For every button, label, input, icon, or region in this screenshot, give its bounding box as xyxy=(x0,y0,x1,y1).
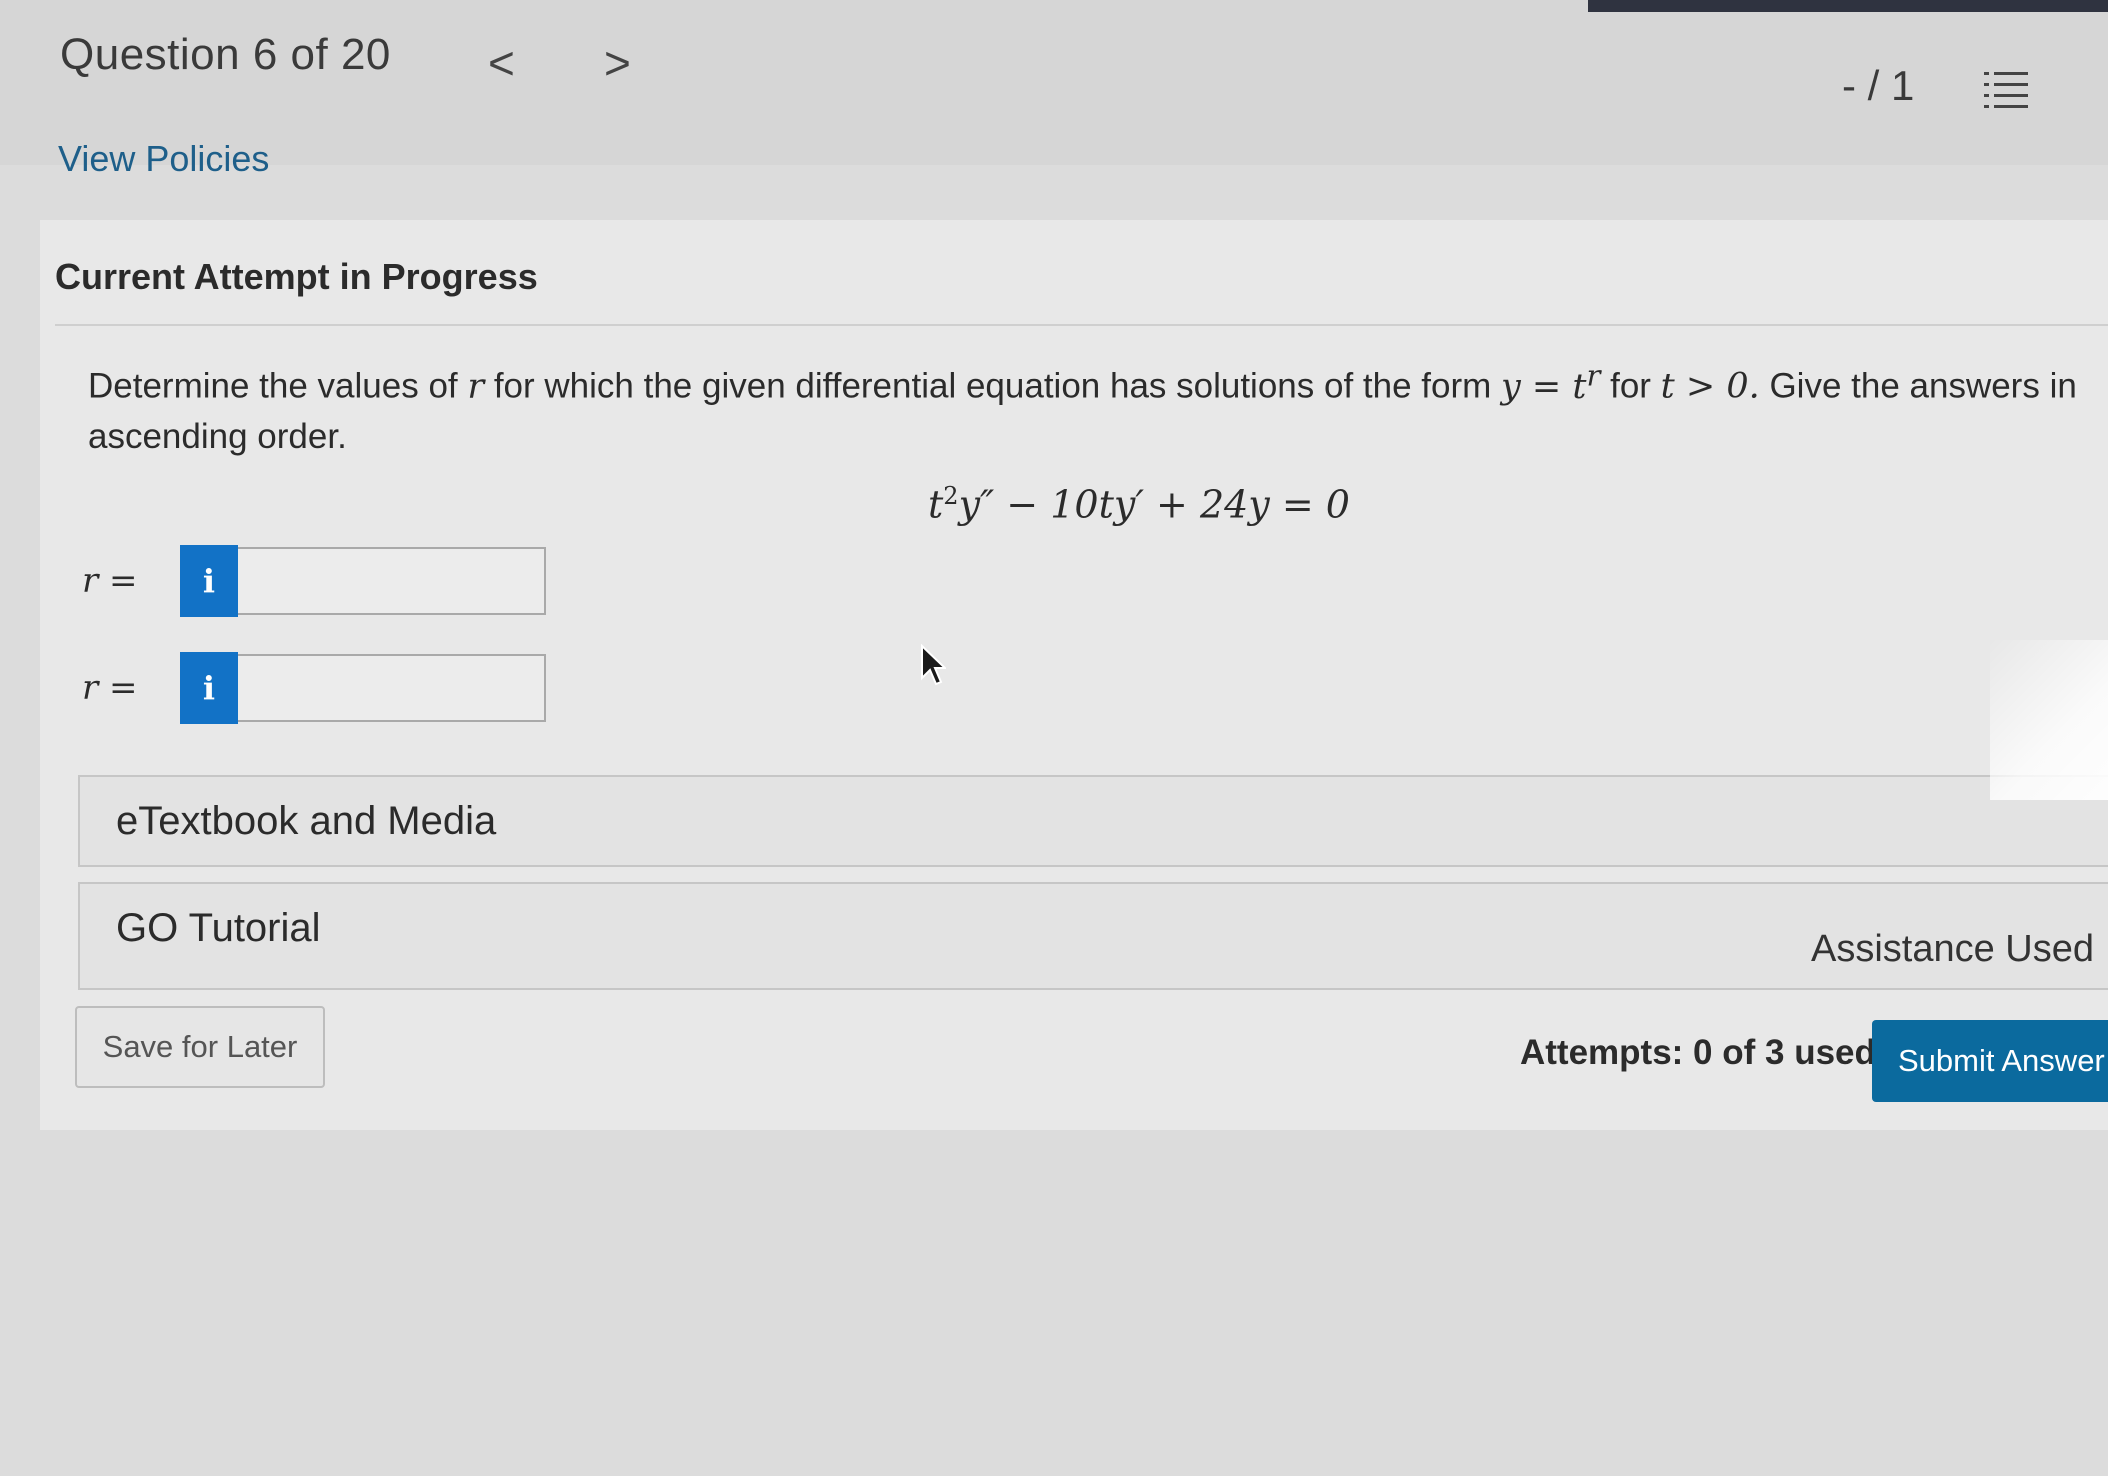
prompt-condition: t > 0. xyxy=(1660,366,1760,407)
list-icon[interactable] xyxy=(1984,70,2028,110)
answer-label-1: r = xyxy=(82,561,138,601)
answer-label-2: r = xyxy=(82,668,138,708)
prompt-form-base: y = t xyxy=(1501,366,1587,407)
answer-row-2: r = i xyxy=(82,652,546,724)
question-prompt: Determine the values of r for which the … xyxy=(88,350,2088,462)
view-policies-link[interactable]: View Policies xyxy=(58,138,269,180)
differential-equation: t2y″ − 10ty′ + 24y = 0 xyxy=(928,482,1350,527)
chevron-left-icon[interactable]: < xyxy=(488,40,515,86)
info-icon[interactable]: i xyxy=(180,545,238,617)
save-for-later-button[interactable]: Save for Later xyxy=(75,1006,325,1088)
equation-exponent: 2 xyxy=(943,482,959,510)
etextbook-media-section[interactable]: eTextbook and Media xyxy=(78,775,2108,867)
prompt-form-exponent: r xyxy=(1586,358,1601,392)
attempt-heading: Current Attempt in Progress xyxy=(55,256,538,297)
go-tutorial-section[interactable]: GO Tutorial Assistance Used xyxy=(78,882,2108,990)
go-tutorial-label: GO Tutorial xyxy=(116,906,321,950)
divider xyxy=(55,324,2108,326)
score-display: - / 1 xyxy=(1842,62,1915,109)
answer-input-2[interactable] xyxy=(238,654,546,722)
screen-glare xyxy=(1990,640,2108,800)
prompt-variable-r: r xyxy=(467,366,485,407)
prompt-text-2: for which the given differential equatio… xyxy=(484,366,1502,406)
assistance-used-label: Assistance Used xyxy=(1810,928,2094,970)
prompt-form: y = tr xyxy=(1501,358,1600,407)
cursor-icon xyxy=(921,644,946,686)
etextbook-label: eTextbook and Media xyxy=(116,799,497,843)
attempts-counter: Attempts: 0 of 3 used xyxy=(1520,1033,1876,1072)
question-counter: Question 6 of 20 xyxy=(60,30,391,79)
prompt-text-3: for xyxy=(1600,366,1661,406)
top-bar-edge xyxy=(1588,0,2108,12)
equation-rest: y″ − 10ty′ + 24y = 0 xyxy=(958,482,1350,527)
submit-answer-button[interactable]: Submit Answer xyxy=(1872,1020,2108,1102)
answer-row-1: r = i xyxy=(82,545,546,617)
equation-t: t xyxy=(928,482,944,527)
chevron-right-icon[interactable]: > xyxy=(604,40,631,86)
answer-input-1[interactable] xyxy=(238,547,546,615)
top-bar xyxy=(0,0,2108,165)
info-icon[interactable]: i xyxy=(180,652,238,724)
prompt-text-1: Determine the values of xyxy=(88,366,468,406)
